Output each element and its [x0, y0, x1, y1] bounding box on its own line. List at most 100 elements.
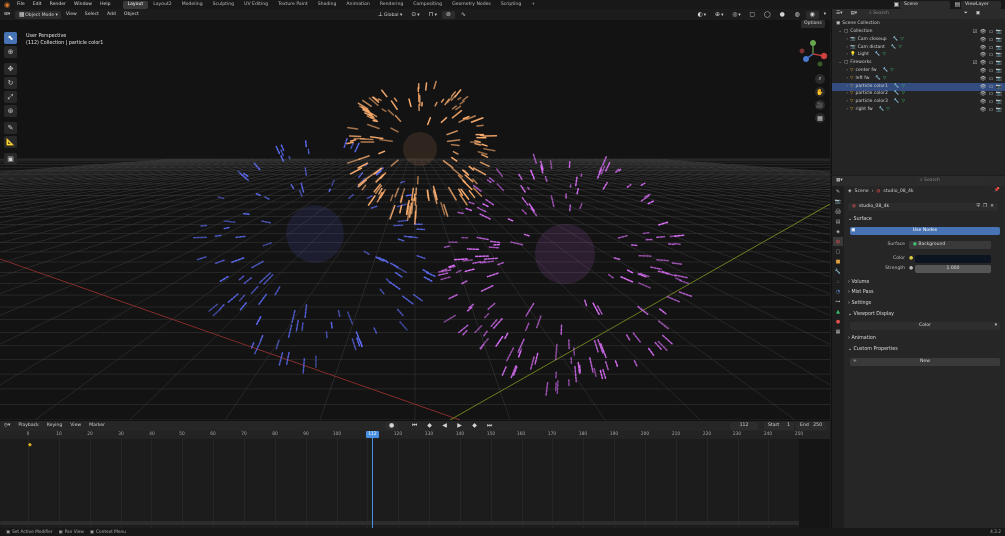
- tab-tool[interactable]: ✎: [833, 187, 843, 196]
- outliner-panel[interactable]: ☰▾ ▤▾ ⌕ Search ⏷ ▣ ▣ Scene Collection ⌄ ▢ Co…: [831, 9, 1005, 175]
- new-collection-icon[interactable]: ▣: [973, 10, 983, 18]
- timeline-editor-type-icon[interactable]: ◷▾: [1, 422, 13, 430]
- eye-icon[interactable]: 👁: [979, 36, 987, 44]
- workspace-tab-modeling[interactable]: Modeling: [177, 1, 208, 9]
- workspace-tab-layout[interactable]: Layout: [122, 0, 149, 9]
- timeline-ruler[interactable]: 0 10 20 30 40 50 60 70 80 90 100 120 130…: [0, 431, 830, 439]
- tab-modifiers[interactable]: 🔧: [833, 267, 843, 276]
- view-layer-selector[interactable]: ViewLayer: [961, 0, 1001, 9]
- mode-selector[interactable]: ▦Object Mode ▾: [15, 10, 61, 19]
- monitor-icon[interactable]: ▭: [987, 51, 995, 59]
- visibility-selector[interactable]: ◐▾: [694, 11, 709, 19]
- shading-material-button[interactable]: ◍: [791, 11, 804, 19]
- overlays-toggle[interactable]: ◎▾: [728, 11, 743, 19]
- tab-world[interactable]: ◍: [833, 237, 843, 246]
- outliner-row[interactable]: › ▽ particle color1 🔧 ▽ 👁 ▭ 📷: [832, 82, 1005, 91]
- render-camera-icon[interactable]: 📷: [995, 44, 1003, 52]
- tab-particles[interactable]: ∴: [833, 277, 843, 286]
- new-property-button[interactable]: + New: [850, 358, 1000, 366]
- modifier-wrench-icon[interactable]: 🔧: [894, 83, 900, 91]
- section-custom-properties[interactable]: ⌄ Custom Properties: [848, 345, 1003, 355]
- menu-select[interactable]: Select: [82, 11, 102, 19]
- render-camera-icon[interactable]: 📷: [995, 75, 1003, 83]
- zoom-button[interactable]: ⌕: [815, 74, 825, 84]
- camera-view-button[interactable]: 🎥: [815, 100, 825, 110]
- tab-scene[interactable]: ◈: [833, 227, 843, 236]
- exclude-checkbox-icon[interactable]: ☑: [971, 59, 979, 67]
- monitor-icon[interactable]: ▭: [987, 75, 995, 83]
- monitor-icon[interactable]: ▭: [987, 36, 995, 44]
- options-button[interactable]: Options: [801, 20, 825, 28]
- play-button[interactable]: ▶: [453, 422, 466, 430]
- strength-socket-icon[interactable]: ●: [909, 266, 913, 271]
- annotate-tool[interactable]: ✎: [4, 122, 17, 134]
- modifier-wrench-icon[interactable]: 🔧: [875, 51, 881, 59]
- workspace-tab-sculpting[interactable]: Sculpting: [208, 1, 239, 9]
- modifier-wrench-icon[interactable]: 🔧: [891, 44, 897, 52]
- tab-render[interactable]: 📷: [833, 197, 843, 206]
- expand-arrow-icon[interactable]: ›: [832, 83, 848, 91]
- outliner-row[interactable]: › ▽ center fw 🔧 ▽ 👁 ▭ 📷: [832, 67, 1005, 75]
- fake-user-shield-icon[interactable]: ⛨: [977, 203, 980, 211]
- shading-rendered-button[interactable]: ◉: [805, 10, 819, 19]
- eye-icon[interactable]: 👁: [979, 67, 987, 75]
- eye-icon[interactable]: 👁: [979, 51, 987, 59]
- playhead[interactable]: [372, 431, 373, 529]
- timeline-scrollbar[interactable]: [0, 521, 826, 525]
- expand-arrow-icon[interactable]: ›: [832, 90, 848, 98]
- outliner-row[interactable]: › 💡 Light 🔧 ▽ 👁 ▭ 📷: [832, 51, 1005, 59]
- monitor-icon[interactable]: ▭: [987, 28, 995, 36]
- expand-arrow-icon[interactable]: ⌄: [832, 28, 842, 36]
- play-reverse-button[interactable]: ◀: [438, 422, 451, 430]
- color-swatch[interactable]: [915, 255, 991, 263]
- render-camera-icon[interactable]: 📷: [995, 67, 1003, 75]
- menu-add[interactable]: Add: [104, 11, 119, 19]
- menu-help[interactable]: Help: [96, 2, 114, 7]
- modifier-wrench-icon[interactable]: 🔧: [879, 106, 885, 114]
- section-settings[interactable]: › Settings: [848, 299, 1003, 309]
- tab-texture[interactable]: ▦: [833, 327, 843, 336]
- surface-shader-selector[interactable]: ● Background: [909, 241, 991, 249]
- strength-field[interactable]: 1.000: [915, 265, 991, 273]
- eye-icon[interactable]: 👁: [979, 28, 987, 36]
- end-frame-field[interactable]: End 250: [796, 422, 826, 430]
- section-mist-pass[interactable]: › Mist Pass: [848, 288, 1003, 298]
- transform-tool[interactable]: ⊛: [4, 105, 17, 117]
- modifier-wrench-icon[interactable]: 🔧: [894, 98, 900, 106]
- monitor-icon[interactable]: ▭: [987, 67, 995, 75]
- blender-logo-icon[interactable]: ◉: [3, 1, 11, 9]
- outliner-row[interactable]: › ▽ particle color3 🔧 ▽ 👁 ▭ 📷: [832, 98, 1005, 106]
- mesh-data-icon[interactable]: ▽: [883, 75, 886, 83]
- workspace-tab-geometry-nodes[interactable]: Geometry Nodes: [447, 1, 496, 9]
- mesh-data-icon[interactable]: ▽: [900, 36, 903, 44]
- eye-icon[interactable]: 👁: [979, 98, 987, 106]
- expand-arrow-icon[interactable]: ›: [832, 98, 848, 106]
- exclude-checkbox-icon[interactable]: ☑: [971, 28, 979, 36]
- tab-object[interactable]: ■: [833, 257, 843, 266]
- tab-output[interactable]: 🖨: [833, 207, 843, 216]
- expand-arrow-icon[interactable]: ›: [832, 75, 848, 83]
- prev-keyframe-button[interactable]: ◆: [423, 422, 436, 430]
- tab-data[interactable]: ▲: [833, 307, 843, 316]
- properties-editor-type-icon[interactable]: ▦▾: [833, 177, 846, 185]
- eye-icon[interactable]: 👁: [979, 90, 987, 98]
- move-tool[interactable]: ✥: [4, 63, 17, 75]
- render-camera-icon[interactable]: 📷: [995, 90, 1003, 98]
- tab-constraints[interactable]: ⊶: [833, 297, 843, 306]
- outliner-editor-type-icon[interactable]: ☰▾: [833, 10, 845, 18]
- workspace-tab-layout2[interactable]: Layout2: [148, 1, 177, 9]
- outliner-search-input[interactable]: ⌕ Search: [865, 10, 961, 18]
- keyframe-icon[interactable]: ◆: [28, 442, 32, 448]
- menu-edit[interactable]: Edit: [29, 2, 46, 7]
- render-camera-icon[interactable]: 📷: [995, 106, 1003, 114]
- shading-solid-button[interactable]: ●: [776, 11, 789, 19]
- outliner-row[interactable]: › 📷 Cam closeup 🔧 ▽ 👁 ▭ 📷: [832, 36, 1005, 44]
- cursor-tool[interactable]: ⊕: [4, 46, 17, 58]
- outliner-row[interactable]: › ▽ left fw 🔧 ▽ 👁 ▭ 📷: [832, 75, 1005, 83]
- viewport-display-color[interactable]: Color ▾: [850, 322, 1000, 330]
- workspace-tab-animation[interactable]: Animation: [341, 1, 374, 9]
- current-frame-field[interactable]: 112: [730, 422, 758, 430]
- modifier-wrench-icon[interactable]: 🔧: [883, 67, 889, 75]
- monitor-icon[interactable]: ▭: [987, 83, 995, 91]
- menu-render[interactable]: Render: [46, 2, 70, 7]
